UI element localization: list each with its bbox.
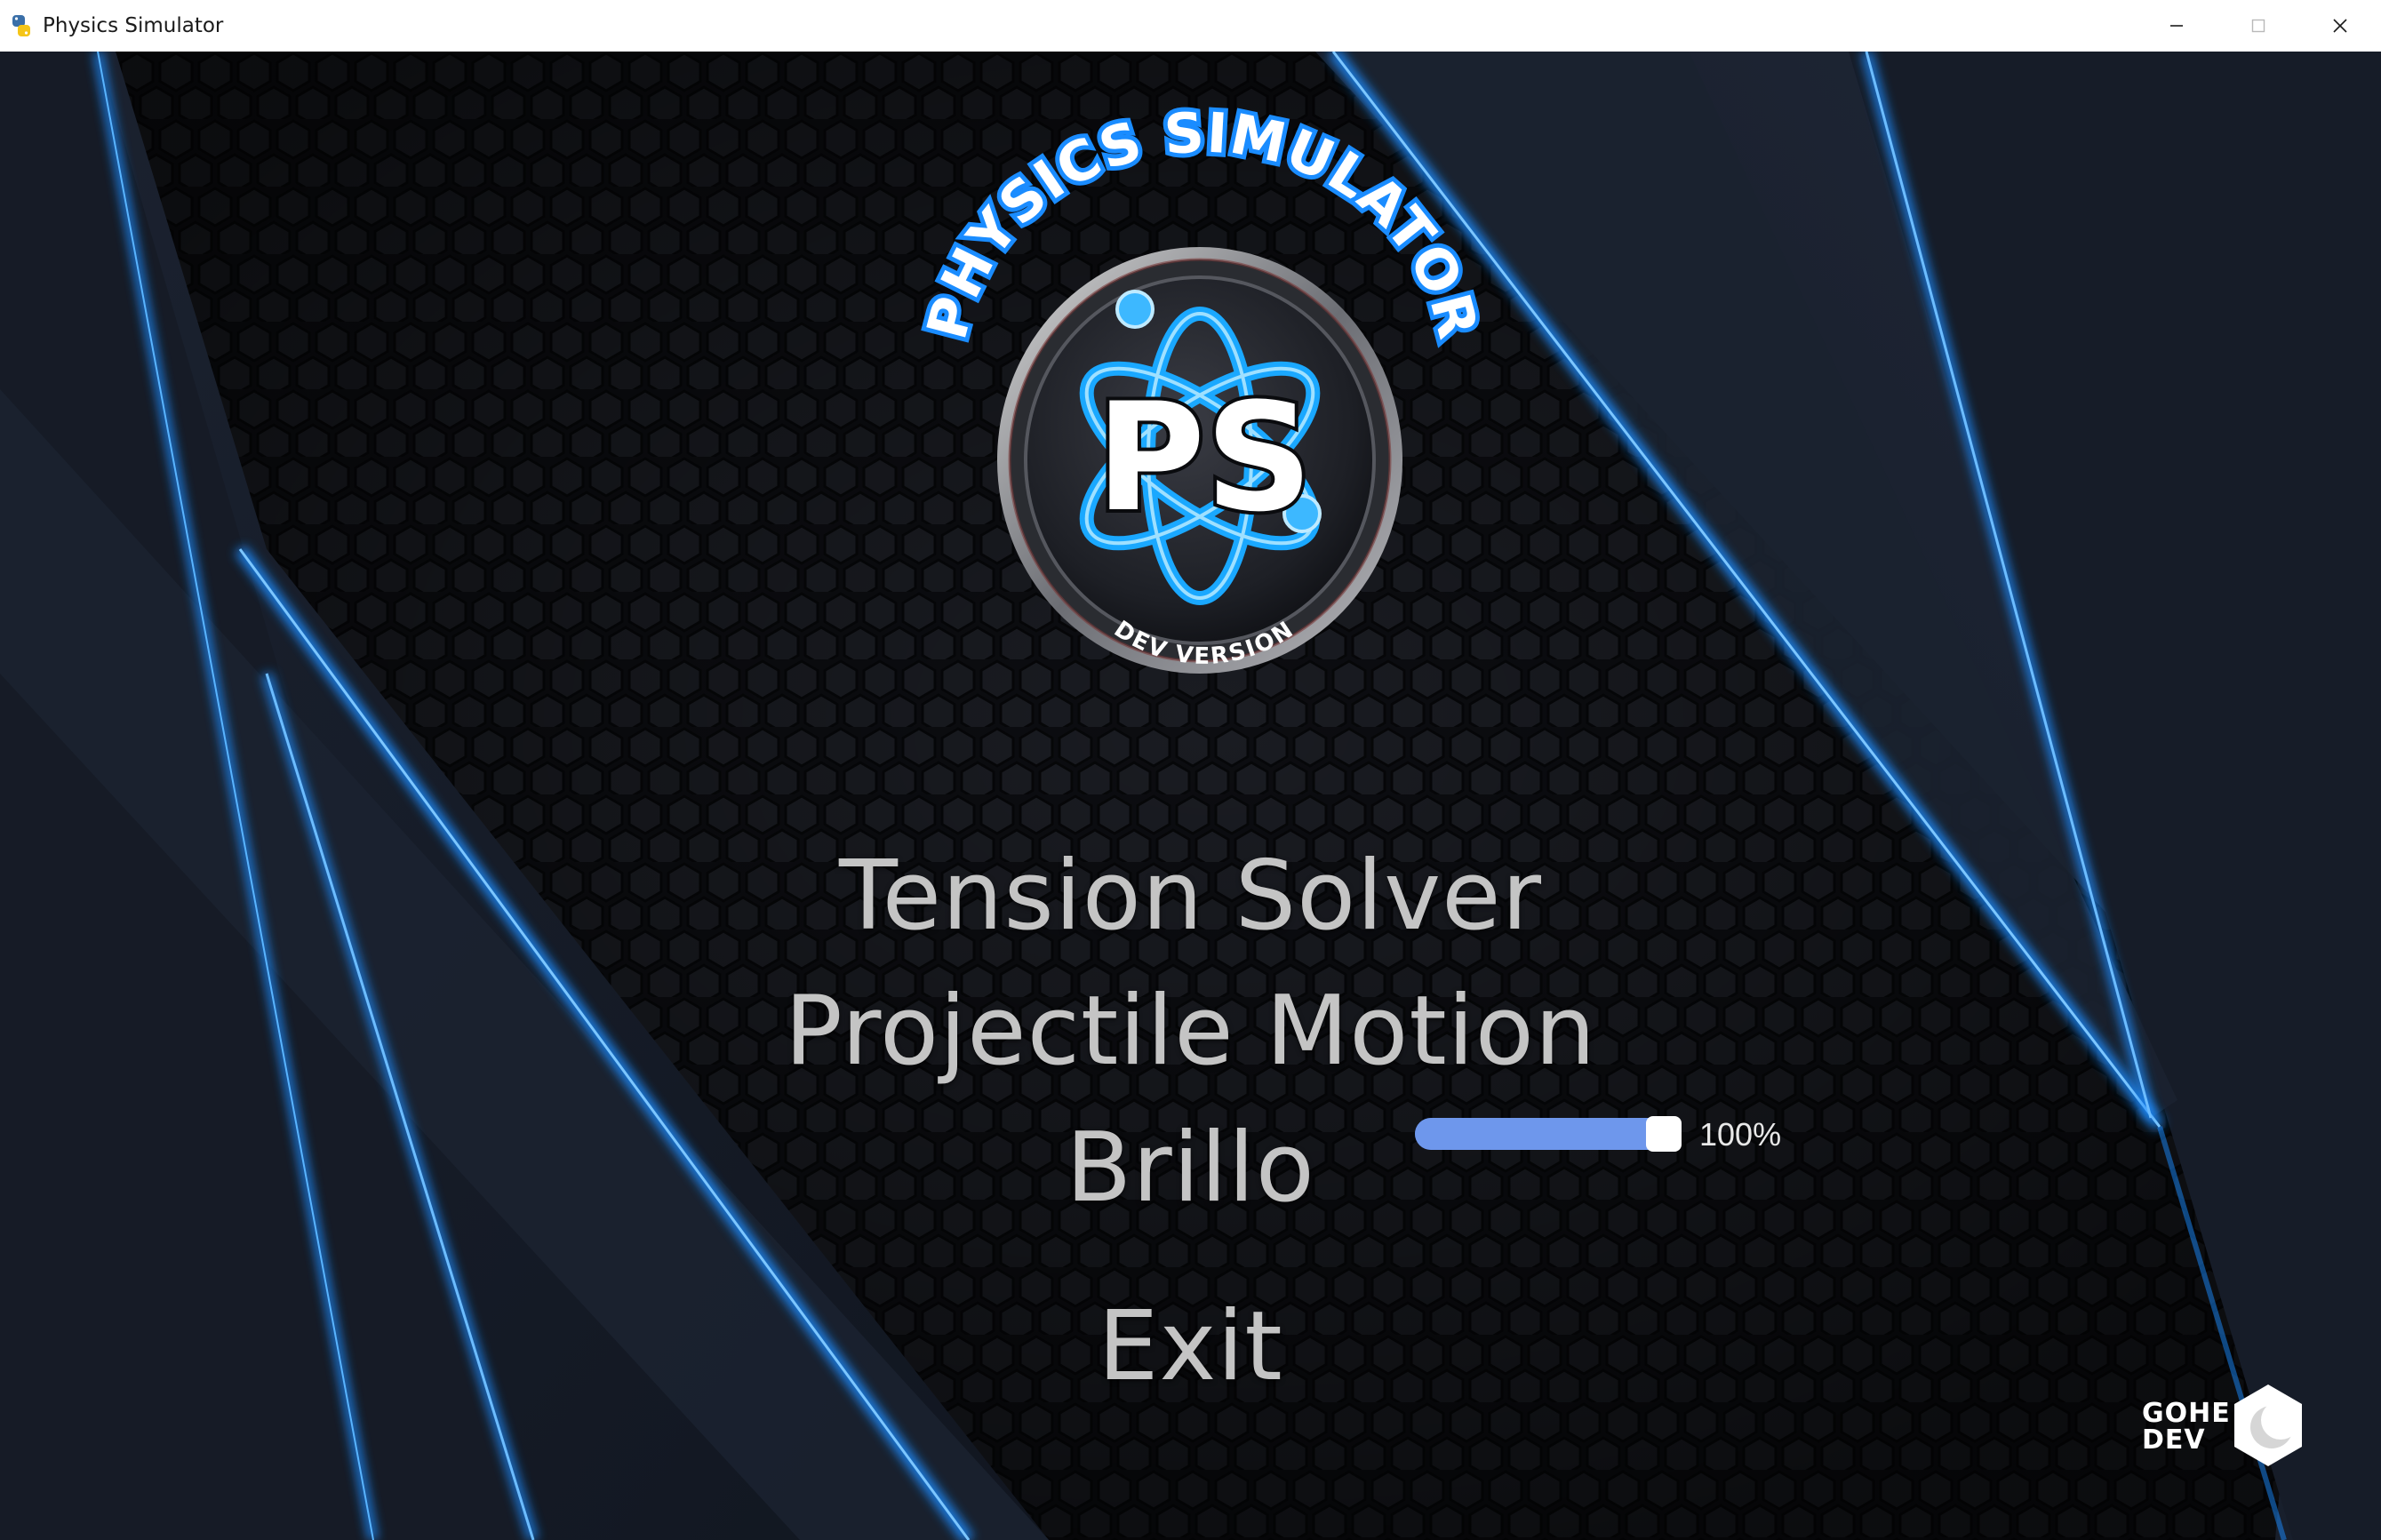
menu-item-exit[interactable]: Exit — [0, 1289, 2381, 1405]
close-button[interactable] — [2299, 0, 2381, 52]
minimize-icon — [2170, 25, 2183, 27]
menu-item-brillo[interactable]: Brillo — [0, 1111, 2381, 1226]
slider-fill — [1415, 1118, 1682, 1150]
menu-canvas: PS PHYSICS SIMULATOR DEV VERSION Tension… — [0, 52, 2381, 1540]
brand-line-2: DEV — [2142, 1424, 2206, 1456]
maximize-button[interactable] — [2217, 0, 2299, 52]
window-title: Physics Simulator — [43, 14, 224, 37]
menu-item-projectile-motion[interactable]: Projectile Motion — [0, 974, 2381, 1089]
gohe-dev-logo: GOHE DEV — [2142, 1383, 2311, 1472]
hexagon-moon-icon — [2234, 1384, 2302, 1466]
maximize-icon — [2251, 19, 2265, 33]
window-controls — [2136, 0, 2381, 52]
menu-item-tension-solver[interactable]: Tension Solver — [0, 839, 2381, 954]
brand-line-1: GOHE — [2142, 1398, 2231, 1429]
close-icon — [2333, 19, 2347, 33]
minimize-button[interactable] — [2136, 0, 2217, 52]
title-bar[interactable]: Physics Simulator — [0, 0, 2381, 52]
physics-simulator-logo: PS PHYSICS SIMULATOR DEV VERSION — [909, 105, 1493, 674]
svg-text:PS: PS — [1096, 371, 1313, 545]
brightness-slider[interactable] — [1415, 1116, 1682, 1152]
slider-thumb[interactable] — [1646, 1116, 1682, 1152]
app-window: Physics Simulator PS PHYSICS SIMULATOR D… — [0, 0, 2381, 1540]
python-icon — [9, 13, 34, 38]
brightness-value: 100% — [1699, 1116, 1782, 1153]
